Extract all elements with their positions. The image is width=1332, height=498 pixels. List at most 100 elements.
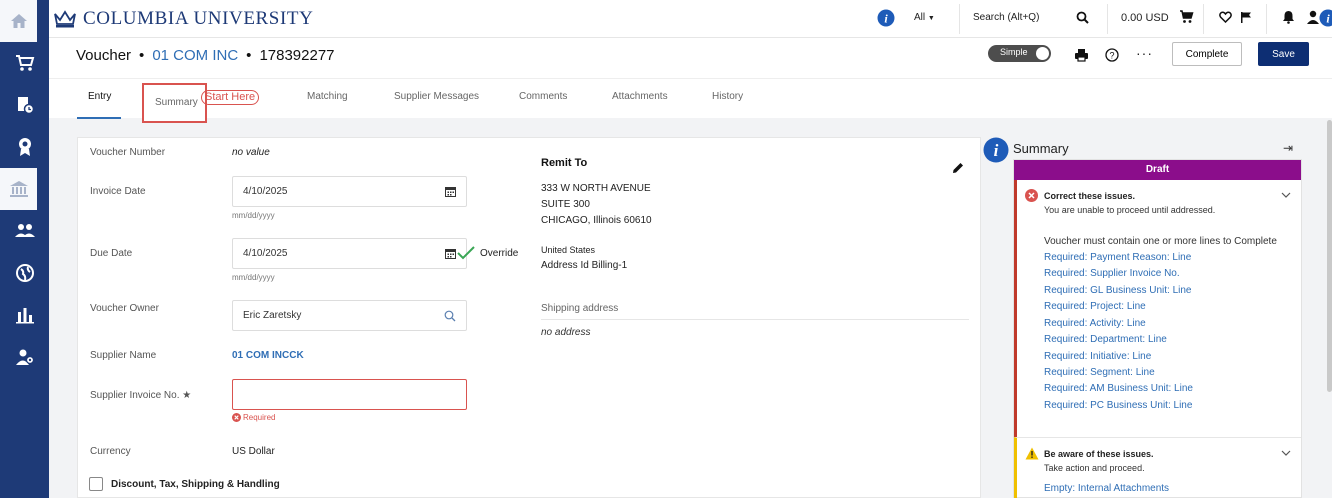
- page-scrollbar-thumb[interactable]: [1327, 120, 1332, 392]
- tab-entry[interactable]: Entry: [88, 91, 111, 102]
- currency-value: US Dollar: [232, 446, 275, 457]
- favorites-button[interactable]: [1219, 11, 1232, 26]
- supplier-name-link[interactable]: 01 COM INCCK: [232, 350, 304, 361]
- required-field-link[interactable]: Required: Supplier Invoice No.: [1044, 268, 1180, 279]
- notifications-button[interactable]: [1282, 10, 1295, 27]
- due-date-label: Due Date: [90, 248, 133, 259]
- override-checkmark-icon: [457, 246, 475, 260]
- search-scope-dropdown[interactable]: All ▼: [914, 12, 935, 23]
- tab-history[interactable]: History: [712, 91, 743, 102]
- complete-button[interactable]: Complete: [1172, 42, 1242, 66]
- user-icon: [1307, 10, 1319, 24]
- required-field-link[interactable]: Required: Initiative: Line: [1044, 351, 1151, 362]
- collapse-panel-button[interactable]: ⇥: [1283, 141, 1293, 155]
- edit-remit-button[interactable]: [951, 161, 965, 178]
- bell-icon: [1283, 11, 1294, 24]
- required-field-link[interactable]: Required: Activity: Line: [1044, 318, 1146, 329]
- voucher-id: 178392277: [259, 47, 335, 64]
- status-badge: Draft: [1014, 160, 1301, 180]
- info-button[interactable]: i: [877, 9, 895, 30]
- university-logo[interactable]: COLUMBIA UNIVERSITY: [53, 8, 313, 30]
- calendar-icon[interactable]: [445, 186, 456, 197]
- error-circle-icon: [232, 413, 241, 422]
- required-field-link[interactable]: Required: Project: Line: [1044, 301, 1146, 312]
- search-input[interactable]: Search (Alt+Q): [973, 12, 1039, 23]
- required-star-icon: ★: [182, 390, 192, 401]
- remit-to-heading: Remit To: [541, 157, 588, 169]
- remit-address-line: CHICAGO, Illinois 60610: [541, 215, 652, 226]
- institution-nav-button[interactable]: [0, 168, 37, 210]
- reports-nav-button[interactable]: [0, 294, 49, 336]
- calendar-icon[interactable]: [445, 248, 456, 259]
- divider: [1107, 4, 1108, 34]
- required-field-link[interactable]: Required: PC Business Unit: Line: [1044, 400, 1192, 411]
- help-button[interactable]: ?: [1105, 48, 1119, 65]
- admin-nav-button[interactable]: [0, 336, 49, 378]
- awards-nav-button[interactable]: [0, 126, 49, 168]
- cart-button[interactable]: [1179, 10, 1194, 27]
- collapse-warnings-button[interactable]: [1281, 448, 1291, 460]
- global-nav-button[interactable]: [0, 252, 49, 294]
- required-field-link[interactable]: Required: Segment: Line: [1044, 367, 1155, 378]
- required-field-link[interactable]: Required: AM Business Unit: Line: [1044, 383, 1193, 394]
- globe-icon: [15, 264, 34, 282]
- voucher-owner-label: Voucher Owner: [90, 303, 159, 314]
- magnifier-icon: [1076, 11, 1089, 24]
- more-actions-button[interactable]: ···: [1136, 45, 1153, 61]
- due-date-input[interactable]: 4/10/2025: [232, 238, 467, 269]
- question-circle-icon: ?: [1105, 48, 1119, 62]
- override-label[interactable]: Override: [480, 248, 518, 259]
- left-nav-sidebar: [0, 0, 49, 498]
- warning-section-title: Be aware of these issues.: [1044, 449, 1154, 459]
- error-section-title: Correct these issues.: [1044, 191, 1136, 201]
- toggle-knob: [1036, 47, 1049, 60]
- collapse-errors-button[interactable]: [1281, 190, 1291, 202]
- required-field-link[interactable]: Required: Payment Reason: Line: [1044, 252, 1191, 263]
- cart-icon: [1180, 10, 1194, 23]
- home-nav-button[interactable]: [0, 0, 37, 42]
- caret-down-icon: ▼: [927, 15, 935, 22]
- warning-section-subtitle: Take action and proceed.: [1044, 463, 1145, 473]
- voucher-number-label: Voucher Number: [90, 147, 166, 158]
- crown-icon: [54, 10, 76, 28]
- documents-nav-button[interactable]: [0, 84, 49, 126]
- people-group-icon: [14, 224, 35, 237]
- cart-icon: [15, 55, 34, 71]
- supplier-link[interactable]: 01 COM INC: [152, 47, 238, 64]
- error-circle-icon: [1025, 189, 1038, 202]
- logo-text: COLUMBIA UNIVERSITY: [83, 8, 314, 29]
- tab-summary[interactable]: Summary: [155, 97, 198, 108]
- tab-comments[interactable]: Comments: [519, 91, 567, 102]
- shopping-nav-button[interactable]: [0, 42, 49, 84]
- user-profile-button[interactable]: [1306, 10, 1320, 27]
- search-icon[interactable]: [444, 310, 456, 322]
- people-nav-button[interactable]: [0, 210, 49, 252]
- print-button[interactable]: [1074, 48, 1089, 65]
- summary-info-button[interactable]: i: [983, 137, 1009, 166]
- page-header: Voucher • 01 COM INC • 178392277 Simple ? ··…: [49, 38, 1332, 78]
- chevron-down-icon: [1281, 192, 1291, 198]
- tab-supplier-messages[interactable]: Supplier Messages: [394, 91, 479, 102]
- flag-button[interactable]: [1240, 11, 1252, 27]
- tab-matching[interactable]: Matching: [307, 91, 348, 102]
- invoice-date-input[interactable]: 4/10/2025: [232, 176, 467, 207]
- tab-attachments[interactable]: Attachments: [612, 91, 668, 102]
- svg-text:i: i: [994, 141, 999, 160]
- voucher-owner-input[interactable]: Eric Zaretsky: [232, 300, 467, 331]
- help-info-button[interactable]: i: [1319, 9, 1332, 30]
- start-here-annotation: Start Here: [201, 90, 260, 105]
- currency-label: Currency: [90, 446, 131, 457]
- required-field-link[interactable]: Required: Department: Line: [1044, 334, 1167, 345]
- summary-title: Summary: [1013, 141, 1069, 156]
- error-section-subtitle: You are unable to proceed until addresse…: [1044, 205, 1216, 215]
- voucher-number-value: no value: [232, 147, 270, 158]
- heart-icon: [1219, 11, 1232, 24]
- simple-view-toggle[interactable]: Simple: [988, 45, 1051, 62]
- info-icon: i: [1319, 9, 1332, 27]
- warning-link[interactable]: Empty: Internal Attachments: [1044, 483, 1169, 494]
- discount-checkbox[interactable]: [89, 477, 103, 491]
- required-field-link[interactable]: Required: GL Business Unit: Line: [1044, 285, 1192, 296]
- save-button[interactable]: Save: [1258, 42, 1309, 66]
- search-button[interactable]: [1076, 11, 1089, 27]
- supplier-invoice-input[interactable]: [232, 379, 467, 410]
